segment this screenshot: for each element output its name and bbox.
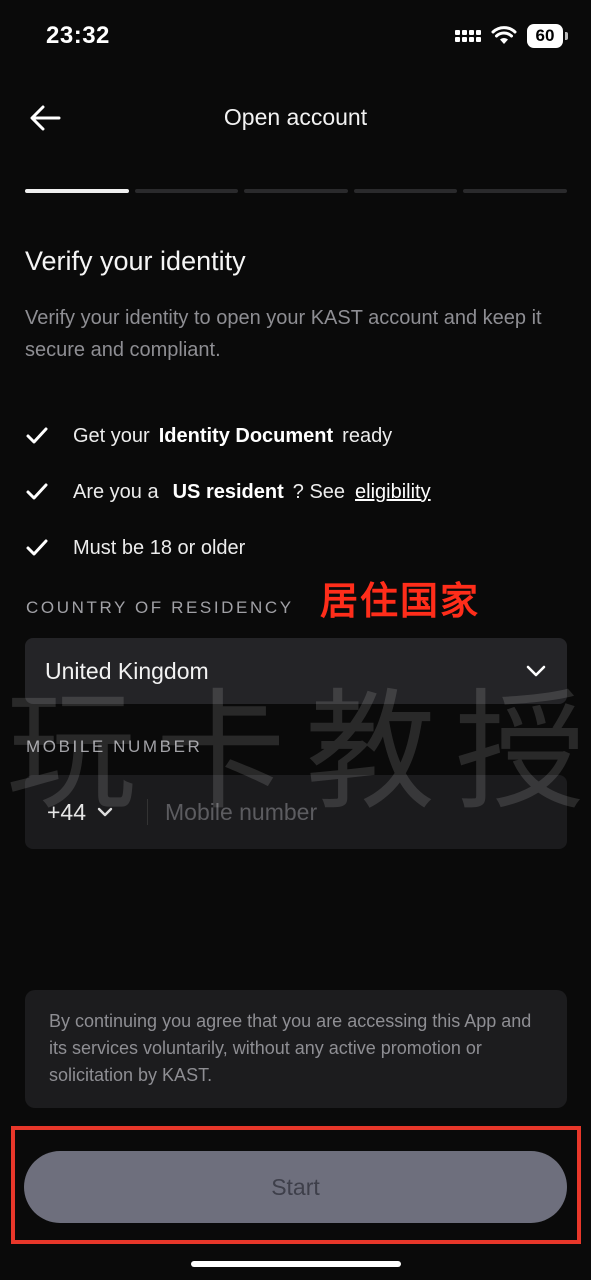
arrow-left-icon bbox=[30, 105, 61, 131]
eligibility-link[interactable]: eligibility bbox=[355, 481, 431, 504]
progress-step-2 bbox=[134, 189, 239, 193]
check-icon bbox=[25, 534, 53, 562]
back-button[interactable] bbox=[24, 98, 66, 138]
mobile-field: +44 bbox=[25, 775, 567, 849]
battery-icon: 60 bbox=[527, 24, 568, 48]
section-title: Verify your identity bbox=[25, 246, 246, 276]
country-label: COUNTRY OF RESIDENCY bbox=[26, 598, 294, 617]
status-time: 23:32 bbox=[46, 22, 110, 49]
mobile-label: MOBILE NUMBER bbox=[26, 737, 203, 756]
section-description: Verify your identity to open your KAST a… bbox=[25, 307, 542, 361]
check-icon bbox=[25, 478, 53, 506]
checklist-text: Must be 18 or older bbox=[73, 536, 246, 559]
checklist-text: Get your bbox=[73, 424, 150, 447]
country-value: United Kingdom bbox=[45, 657, 209, 684]
chevron-down-icon bbox=[97, 807, 113, 817]
start-button[interactable]: Start bbox=[24, 1151, 567, 1223]
red-annotation: 居住国家 bbox=[320, 581, 481, 623]
progress-step-1 bbox=[25, 189, 129, 193]
progress-step-5 bbox=[463, 189, 567, 193]
check-icon bbox=[25, 422, 53, 450]
requirements-checklist: Get your Identity Document ready Are you… bbox=[25, 408, 565, 576]
status-bar: 23:32 60 bbox=[0, 0, 591, 76]
wifi-icon bbox=[491, 26, 517, 44]
checklist-text: ? See bbox=[292, 480, 346, 503]
checklist-item-age: Must be 18 or older bbox=[25, 520, 565, 576]
checklist-item-document: Get your Identity Document ready bbox=[25, 408, 565, 464]
progress-step-4 bbox=[353, 189, 458, 193]
checklist-bold-text: US resident bbox=[172, 480, 284, 503]
status-icons: 60 bbox=[455, 24, 568, 48]
checklist-text: ready bbox=[342, 424, 393, 447]
header: Open account bbox=[0, 88, 591, 148]
home-indicator[interactable] bbox=[191, 1261, 401, 1267]
chevron-down-icon bbox=[526, 665, 546, 677]
page-title: Open account bbox=[223, 104, 368, 130]
progress-step-3 bbox=[244, 189, 348, 193]
step-progress bbox=[25, 189, 567, 193]
disclaimer-text: By continuing you agree that you are acc… bbox=[25, 990, 567, 1108]
country-code-select[interactable]: +44 bbox=[25, 775, 147, 849]
checklist-item-us-resident: Are you a US resident ? See eligibility bbox=[25, 464, 565, 520]
country-code-value: +44 bbox=[47, 798, 87, 825]
cellular-signal-icon bbox=[455, 30, 481, 42]
mobile-number-input[interactable] bbox=[148, 775, 567, 849]
checklist-bold-text: Identity Document bbox=[158, 424, 334, 447]
country-select[interactable]: United Kingdom bbox=[25, 638, 567, 704]
checklist-text: Are you a bbox=[73, 480, 159, 503]
